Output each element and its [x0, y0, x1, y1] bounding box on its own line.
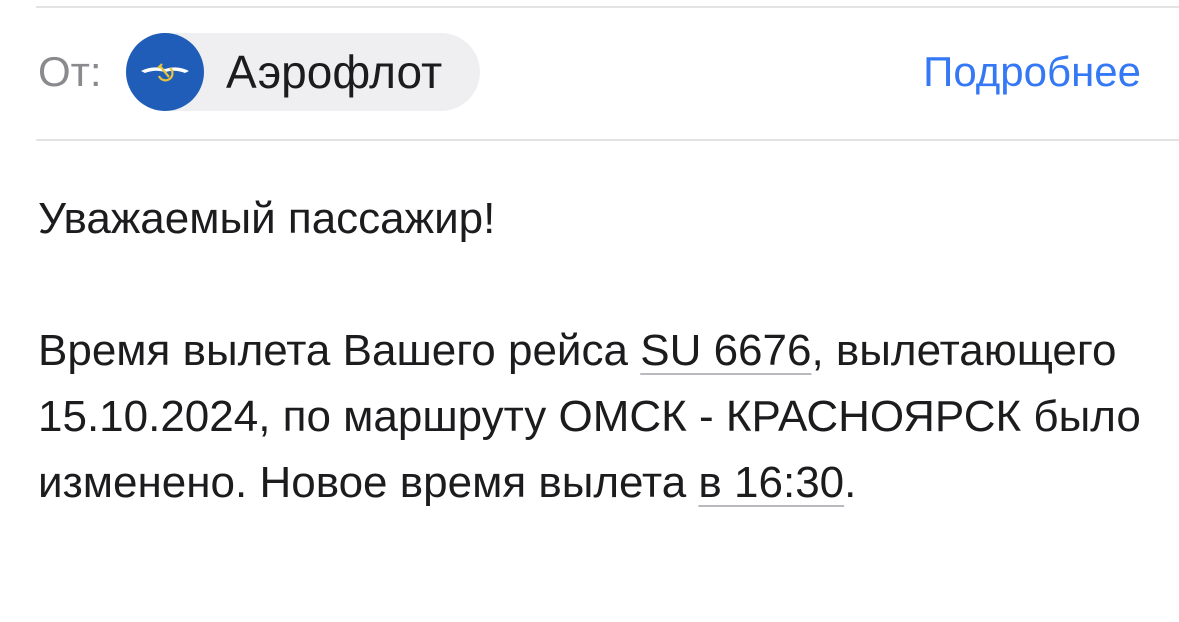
- sender-row: От: Аэрофлот Подробнее: [38, 33, 1141, 111]
- message-text-part-3: .: [844, 458, 857, 507]
- top-divider: [36, 6, 1179, 8]
- message-text-part-1: Время вылета Вашего рейса: [38, 326, 641, 375]
- greeting-text: Уважаемый пассажир!: [38, 194, 496, 243]
- sender-chip[interactable]: Аэрофлот: [126, 33, 481, 111]
- from-label: От:: [38, 48, 102, 95]
- flight-number-link[interactable]: SU 6676: [640, 326, 811, 375]
- message-paragraph: Время вылета Вашего рейса SU 6676, вылет…: [38, 318, 1148, 516]
- aeroflot-logo-icon: [126, 33, 204, 111]
- sender-name: Аэрофлот: [226, 46, 443, 98]
- details-link[interactable]: Подробнее: [923, 47, 1141, 97]
- message-body: Уважаемый пассажир! Время вылета Вашего …: [38, 186, 1148, 516]
- header-divider: [36, 139, 1179, 141]
- departure-time-link[interactable]: в 16:30: [698, 458, 844, 507]
